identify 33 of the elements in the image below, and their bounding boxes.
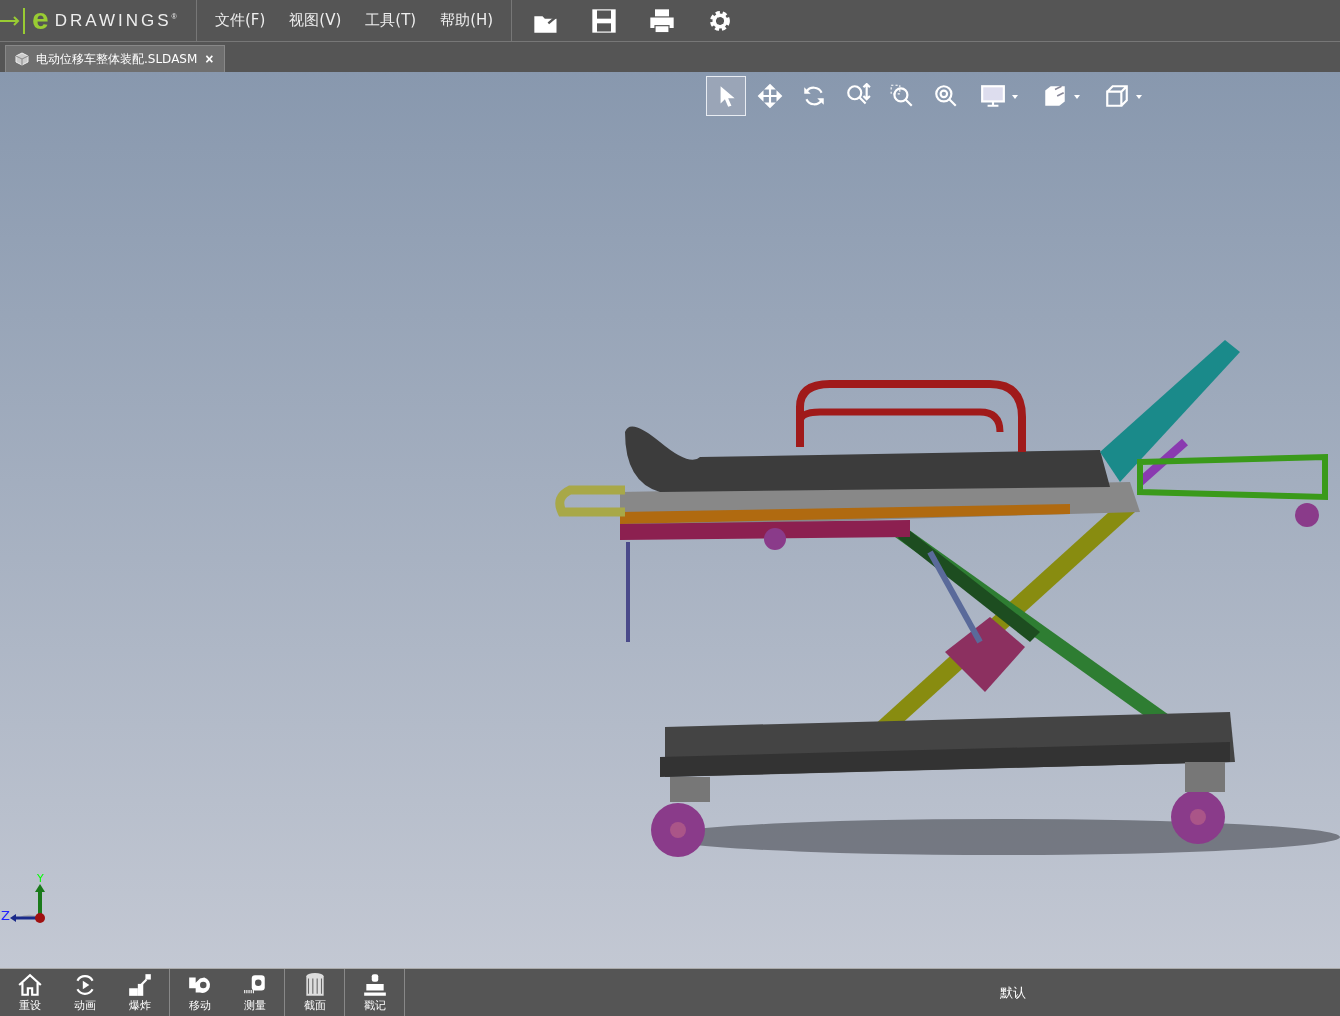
axis-label: Z: [1, 908, 10, 923]
stamp-icon: [361, 972, 388, 998]
document-tab[interactable]: 电动位移车整体装配.SLDASM ×: [5, 45, 225, 72]
move-tool[interactable]: 移动: [172, 969, 227, 1016]
assembly-icon: [14, 51, 30, 67]
axis-label: Y: [37, 872, 44, 885]
printer-icon: [648, 6, 677, 35]
measure-tool[interactable]: 测量: [227, 969, 282, 1016]
menu-item[interactable]: 文件(F): [203, 3, 278, 38]
stamp-tool[interactable]: 戳记: [347, 969, 402, 1016]
arrow-icon: [0, 7, 26, 34]
configuration-name: 默认: [998, 983, 1027, 1002]
axis-triad-drawing: [10, 884, 45, 923]
tab-title: 电动位移车整体装配.SLDASM: [36, 50, 198, 68]
monitor-icon: [980, 83, 1006, 109]
box-icon: [1042, 83, 1068, 109]
explode-tool[interactable]: 爆炸: [112, 969, 167, 1016]
zoom-area-icon: [889, 83, 915, 109]
animate-tool[interactable]: 动画: [57, 969, 112, 1016]
stairs-icon: [126, 972, 153, 998]
cursor-button[interactable]: [706, 76, 746, 116]
cube-icon: [1104, 83, 1130, 109]
zoom-fit-icon: [933, 83, 959, 109]
home-icon: [16, 972, 43, 998]
menu-item[interactable]: 视图(V): [277, 3, 354, 38]
four-arrows-icon: [757, 83, 783, 109]
close-button[interactable]: ×: [203, 51, 216, 67]
section-tool[interactable]: 截面: [287, 969, 342, 1016]
logo-text: DRAWINGS$^{®}$: [54, 10, 177, 31]
menu-item[interactable]: 帮助(H): [428, 3, 506, 38]
menu-item[interactable]: 工具(T): [353, 3, 429, 38]
logo-letter: e: [32, 3, 49, 34]
home-tool[interactable]: 重设: [2, 969, 57, 1016]
